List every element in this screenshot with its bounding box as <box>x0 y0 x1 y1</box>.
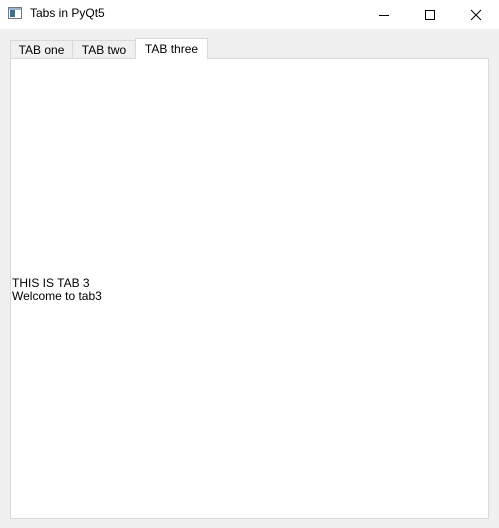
tab-label: TAB three <box>144 42 199 56</box>
close-icon <box>470 9 482 20</box>
tab-three[interactable]: TAB three <box>135 38 208 59</box>
tab-content-pane: THIS IS TAB 3 Welcome to tab3 <box>10 58 489 519</box>
title-bar[interactable]: Tabs in PyQt5 <box>0 0 499 29</box>
minimize-button[interactable] <box>361 0 407 29</box>
close-button[interactable] <box>453 0 499 29</box>
app-window: Tabs in PyQt5 TAB one TAB two TAB three <box>0 0 499 528</box>
app-window-icon <box>8 7 22 19</box>
minimize-icon <box>379 14 389 16</box>
tab-label: TAB one <box>18 43 65 57</box>
maximize-icon <box>425 9 435 20</box>
maximize-button[interactable] <box>407 0 453 29</box>
tab-welcome-label: Welcome to tab3 <box>12 289 102 303</box>
tab-two[interactable]: TAB two <box>72 40 136 59</box>
window-title: Tabs in PyQt5 <box>30 6 105 20</box>
tab-one[interactable]: TAB one <box>10 40 73 59</box>
tab-label: TAB two <box>81 43 127 57</box>
